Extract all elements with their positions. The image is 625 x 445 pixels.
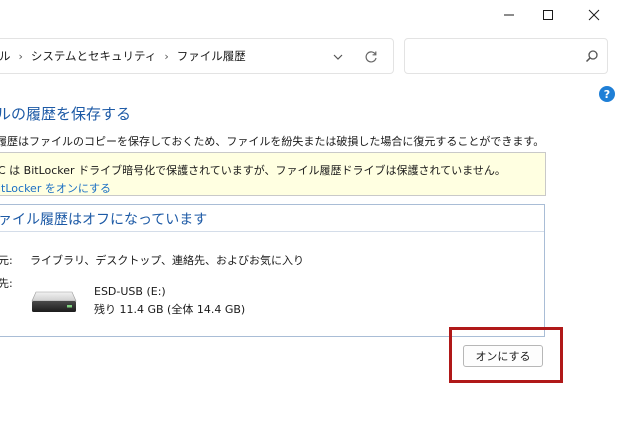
usb-drive-icon xyxy=(31,291,77,312)
close-button[interactable] xyxy=(571,0,617,30)
turn-on-bitlocker-link[interactable]: itLocker をオンにする xyxy=(0,180,111,196)
help-icon[interactable]: ? xyxy=(599,86,615,102)
address-bar[interactable]: ル › システムとセキュリティ › ファイル履歴 xyxy=(0,38,394,74)
turn-on-button[interactable]: オンにする xyxy=(463,345,543,367)
refresh-icon[interactable] xyxy=(363,49,379,65)
page-description: 履歴はファイルのコピーを保存しておくため、ファイルを紛失または破損した場合に復元… xyxy=(0,135,545,148)
title-bar xyxy=(0,0,625,32)
breadcrumb-item-control-panel[interactable]: ル xyxy=(0,48,11,64)
minimize-icon xyxy=(504,14,514,16)
breadcrumb-item-file-history[interactable]: ファイル履歴 xyxy=(177,48,246,64)
drive-free-space: 残り 11.4 GB (全体 14.4 GB) xyxy=(94,303,246,316)
copy-from-label: 元: xyxy=(0,254,13,267)
bitlocker-warning: C は BitLocker ドライブ暗号化で保護されていますが、ファイル履歴ドラ… xyxy=(0,152,546,196)
breadcrumb-separator-icon[interactable]: › xyxy=(164,50,168,63)
maximize-icon xyxy=(543,10,553,20)
page-title: ルの履歴を保存する xyxy=(0,105,132,123)
file-history-status-panel: ァイル履歴はオフになっています 元: ライブラリ、デスクトップ、連絡先、およびお… xyxy=(0,204,545,337)
maximize-button[interactable] xyxy=(525,0,571,30)
drive-name: ESD-USB (E:) xyxy=(94,285,166,298)
breadcrumb-separator-icon[interactable]: › xyxy=(19,50,23,63)
search-icon[interactable] xyxy=(585,49,599,63)
chevron-down-icon[interactable] xyxy=(331,50,345,64)
copy-from-value: ライブラリ、デスクトップ、連絡先、およびお気に入り xyxy=(30,254,305,267)
status-header: ァイル履歴はオフになっています xyxy=(0,205,544,232)
breadcrumb: ル › システムとセキュリティ › ファイル履歴 xyxy=(0,48,246,64)
breadcrumb-item-system-security[interactable]: システムとセキュリティ xyxy=(31,48,156,64)
search-input[interactable] xyxy=(404,38,608,74)
close-icon xyxy=(588,9,600,21)
status-heading: ァイル履歴はオフになっています xyxy=(0,212,208,228)
copy-to-label: 先: xyxy=(0,277,13,290)
warning-text: C は BitLocker ドライブ暗号化で保護されていますが、ファイル履歴ドラ… xyxy=(0,164,506,177)
